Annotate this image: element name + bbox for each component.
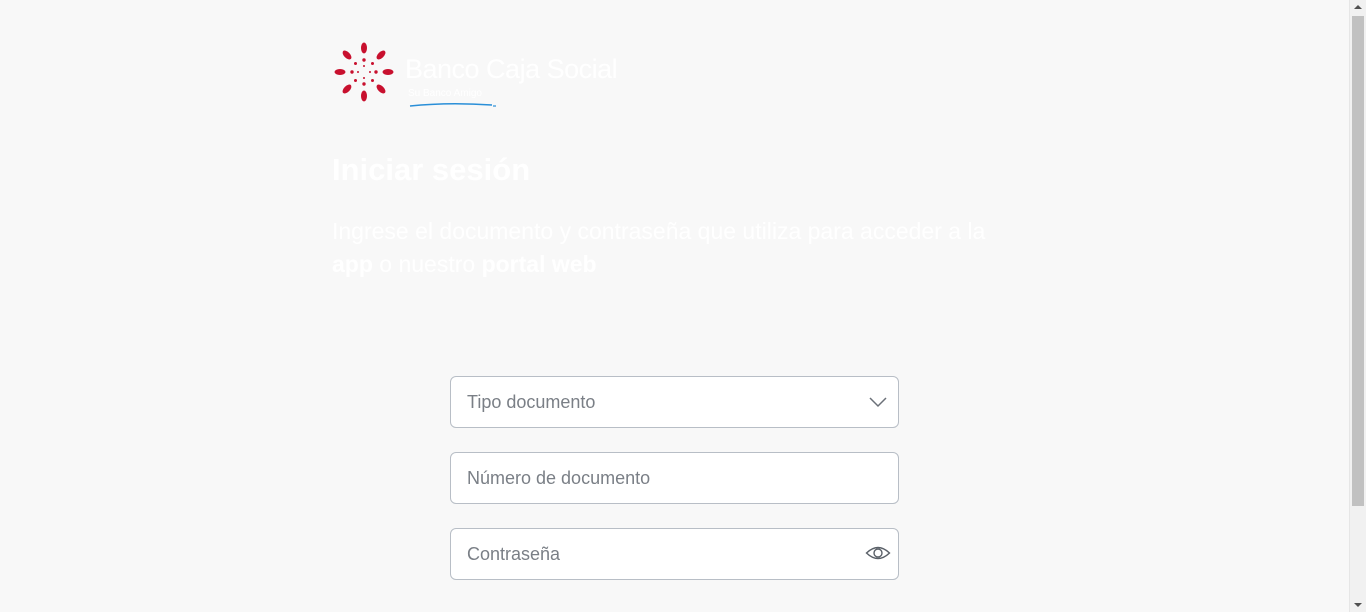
eye-icon[interactable]	[865, 543, 891, 563]
login-page: Banco Caja Social Su Banco Amigo Iniciar…	[0, 0, 1349, 612]
subtitle-text-2: o nuestro	[372, 251, 482, 277]
vertical-scrollbar[interactable]	[1349, 0, 1366, 612]
bank-logo: Banco Caja Social Su Banco Amigo	[332, 40, 618, 112]
document-type-value: Tipo documento	[467, 392, 596, 412]
password-input[interactable]	[451, 529, 898, 579]
logo-sunburst-icon	[334, 42, 394, 102]
document-type-select[interactable]: Tipo documento	[450, 376, 899, 428]
scrollbar-thumb[interactable]	[1352, 16, 1364, 506]
subtitle-app: app	[332, 251, 373, 277]
password-field	[450, 528, 899, 580]
bank-tagline: Su Banco Amigo	[408, 88, 482, 99]
scroll-up-arrow-icon[interactable]	[1354, 5, 1362, 9]
subtitle-portal-web: portal web	[481, 251, 597, 277]
document-number-input[interactable]	[451, 453, 898, 503]
page-title: Iniciar sesión	[332, 152, 531, 187]
scroll-down-arrow-icon[interactable]	[1354, 603, 1362, 607]
document-number-field	[450, 452, 899, 504]
subtitle-text-1: Ingrese el documento y contraseña que ut…	[332, 218, 986, 244]
page-subtitle: Ingrese el documento y contraseña que ut…	[332, 215, 1022, 281]
chevron-down-icon	[869, 397, 887, 408]
bank-name: Banco Caja Social	[405, 54, 618, 84]
tagline-swoosh-icon	[409, 102, 496, 107]
